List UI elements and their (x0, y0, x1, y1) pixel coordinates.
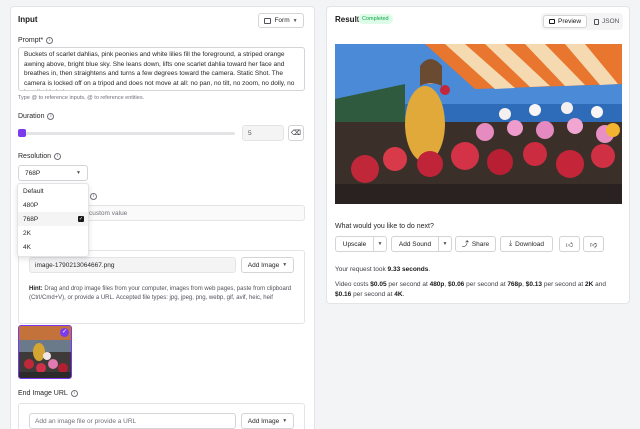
form-label: Form (274, 17, 290, 24)
share-button[interactable]: ⤴ Share (455, 236, 496, 252)
preview-tab[interactable]: Preview (543, 15, 588, 28)
chevron-down-icon: ▼ (76, 170, 81, 176)
add-sound-button[interactable]: Add Sound (392, 237, 438, 251)
add-image-label: Add Image (247, 417, 280, 425)
chevron-down-icon: ▼ (292, 17, 298, 24)
prompt-text: Buckets of scarlet dahlias, pink peonies… (24, 51, 295, 90)
add-image-label: Add Image (247, 261, 280, 269)
result-panel: Result Completed Preview JSON What would… (326, 6, 630, 304)
chevron-down-icon: ▼ (282, 262, 288, 268)
end-image-label: End Image URL (18, 390, 68, 397)
file-icon (594, 18, 599, 25)
download-button[interactable]: ⤓ Download (500, 236, 553, 252)
hint-text: Drag and drop image files from your comp… (29, 286, 292, 301)
image-filename: image-1790213064667.png (35, 261, 115, 269)
preview-icon (549, 19, 555, 24)
image-url-input[interactable]: image-1790213064667.png (29, 257, 236, 273)
duration-value: 5 (248, 129, 252, 137)
upscale-menu-button[interactable]: ▼ (373, 237, 386, 251)
input-title: Input (18, 15, 38, 24)
download-icon: ⤓ (508, 240, 513, 247)
prompt-label-row: Prompt* i (18, 37, 54, 44)
resolution-label-row: Resolution i (18, 153, 62, 160)
hint-label: Hint: (29, 286, 43, 292)
add-image-button[interactable]: Add Image ▼ (241, 257, 294, 273)
prompt-textarea[interactable]: Buckets of scarlet dahlias, pink peonies… (18, 47, 305, 91)
info-icon: i (47, 113, 55, 120)
upload-hint: Hint: Drag and drop image files from you… (29, 285, 297, 303)
resolution-option-768p[interactable]: 768P ✓ (18, 212, 88, 226)
form-toggle-button[interactable]: Form ▼ (258, 13, 304, 28)
info-icon: i (70, 390, 78, 397)
eraser-icon: ⌫ (291, 130, 301, 137)
add-sound-button-group: Add Sound ▼ (391, 236, 452, 252)
end-image-placeholder: Add an image file or provide a URL (35, 417, 137, 425)
resolution-label: Resolution (18, 153, 52, 160)
selected-check-icon: ✓ (60, 328, 69, 337)
prompt-label: Prompt* (18, 37, 44, 44)
resolution-option-480p[interactable]: 480P (18, 198, 88, 212)
duration-label: Duration (18, 113, 45, 120)
chevron-down-icon: ▼ (442, 241, 448, 247)
add-sound-menu-button[interactable]: ▼ (438, 237, 451, 251)
info-icon: i (90, 192, 97, 200)
share-icon: ⤴ (461, 241, 469, 248)
resolution-select[interactable]: 768P ▼ (18, 165, 88, 181)
resolution-dropdown-menu: Default 480P 768P ✓ 2K 4K (17, 183, 89, 257)
request-time-value: 9.33 seconds (387, 266, 429, 273)
form-icon (264, 17, 272, 24)
chevron-down-icon: ▼ (377, 241, 383, 247)
duration-input[interactable]: 5 (242, 125, 284, 141)
upscale-button[interactable]: Upscale (336, 237, 373, 251)
image-thumbnail[interactable]: ✓ (18, 325, 72, 379)
thumbs-up-button[interactable]: 👍︎ (559, 236, 580, 252)
end-image-url-input[interactable]: Add an image file or provide a URL (29, 413, 236, 429)
eraser-button[interactable]: ⌫ (288, 125, 304, 141)
thumbs-up-icon: 👍︎ (565, 241, 574, 249)
end-image-label-row: End Image URL i (18, 390, 78, 397)
cost-text: Video costs $0.05 per second at 480p, $0… (335, 281, 607, 298)
custom-value-placeholder: custom value (89, 209, 128, 217)
duration-label-row: Duration i (18, 113, 55, 120)
checkbox-checked-icon: ✓ (78, 216, 84, 222)
info-icon: i (54, 153, 62, 160)
thumbs-down-icon: 👎︎ (589, 241, 598, 249)
add-end-image-button[interactable]: Add Image ▼ (241, 413, 294, 429)
duration-slider-thumb[interactable] (18, 129, 26, 137)
upscale-button-group: Upscale ▼ (335, 236, 387, 252)
resolution-option-default[interactable]: Default (18, 184, 88, 198)
resolution-option-4k[interactable]: 4K (18, 240, 88, 254)
image-upload-box[interactable]: image-1790213064667.png Add Image ▼ Hint… (18, 250, 305, 324)
view-toggle: Preview JSON (541, 13, 623, 30)
request-time-text: Your request took 9.33 seconds. (335, 266, 431, 273)
json-tab[interactable]: JSON (589, 15, 624, 28)
result-title: Result (335, 15, 360, 24)
next-question: What would you like to do next? (335, 223, 434, 230)
resolution-option-2k[interactable]: 2K (18, 226, 88, 240)
chevron-down-icon: ▼ (282, 418, 288, 424)
info-icon: i (46, 37, 54, 44)
status-badge: Completed (358, 14, 393, 24)
duration-slider-track[interactable] (18, 132, 235, 135)
result-image (335, 44, 622, 204)
result-video-preview[interactable] (335, 44, 622, 204)
end-image-upload-box[interactable]: Add an image file or provide a URL Add I… (18, 403, 305, 429)
resolution-value: 768P (25, 169, 41, 177)
thumbs-down-button[interactable]: 👎︎ (583, 236, 604, 252)
custom-value-input[interactable]: custom value (83, 205, 305, 221)
prompt-hint: Type @ to reference inputs, @ to referen… (18, 95, 145, 101)
